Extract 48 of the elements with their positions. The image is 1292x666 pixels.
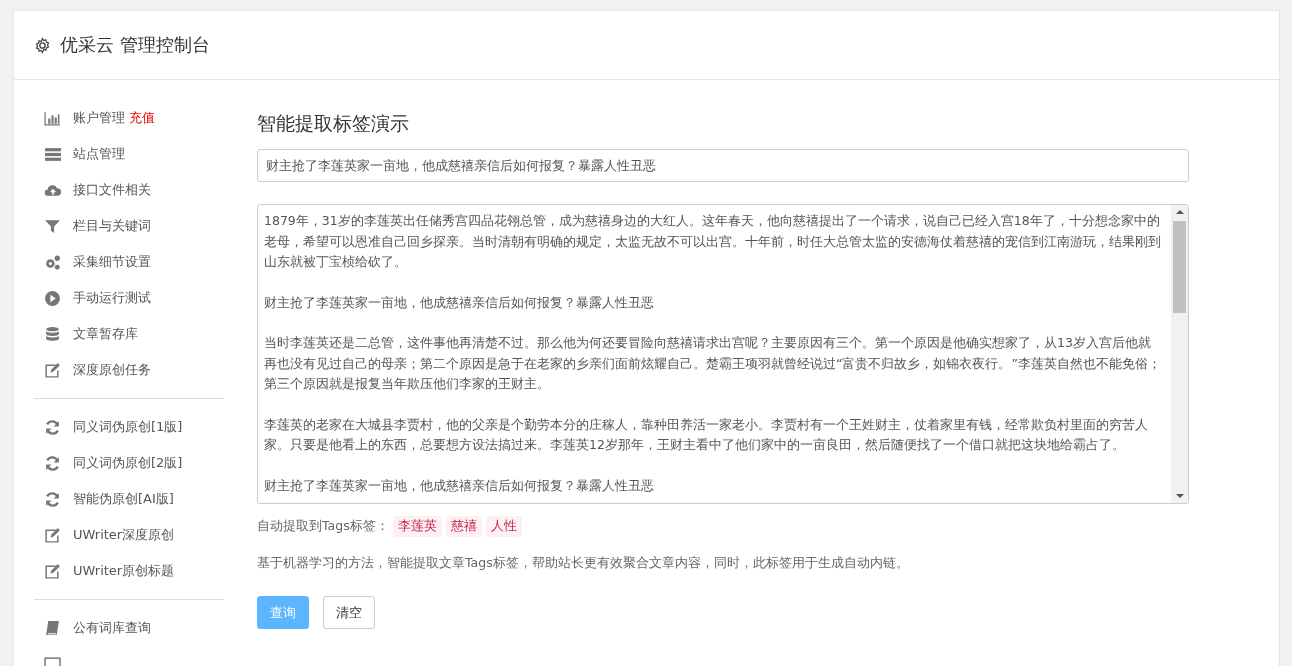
section-title: 智能提取标签演示 [257, 111, 410, 136]
edit-icon [44, 526, 61, 544]
sidebar-item[interactable]: 站点管理 [73, 145, 125, 163]
sidebar-item[interactable]: 接口文件相关 [73, 181, 151, 199]
sidebar-item[interactable]: UWriter原创标题 [73, 562, 175, 580]
refresh-icon [44, 454, 61, 472]
play-icon [44, 289, 61, 307]
scroll-down-arrow[interactable] [1175, 494, 1184, 498]
content-paragraph: 财主抢了李莲英家一亩地，他成慈禧亲信后如何报复？暴露人性丑恶 [264, 293, 655, 312]
tags-label: 自动提取到Tags标签： [257, 518, 389, 535]
tag: 李莲英 [392, 516, 442, 537]
description-text: 基于机器学习的方法，智能提取文章Tags标签，帮助站长更有效聚合文章内容，同时，此标签用于生成自动内链。 [257, 555, 910, 572]
scrollbar[interactable] [1171, 205, 1188, 503]
content-paragraph: 当时李莲英还是二总管，这件事他再清楚不过。那么他为何还要冒险向慈禧请求出宫呢？主要原因有三个。第一个原因是他确实想家了，从13岁入宫后他就再也没有见过自己的母亲；第二个原因是急于在老家的乡亲们面前炫耀自己。楚霸王项羽就曾经说过“富贵不归故乡，如锦衣夜行。”李莲英自然也不能免俗；第三个原因就是报复当年欺压他们李家的王财主。 [264, 334, 1162, 393]
sidebar-item[interactable]: 手动运行测试 [73, 289, 151, 307]
scroll-thumb[interactable] [1173, 221, 1186, 313]
console-title: 优采云 管理控制台 [60, 33, 210, 57]
sidebar-item[interactable]: 公有词库查询 [73, 619, 151, 637]
sidebar-item[interactable]: 文章暂存库 [73, 325, 138, 343]
gear-icon [34, 36, 51, 54]
content-paragraph: 财主抢了李莲英家一亩地，他成慈禧亲信后如何报复？暴露人性丑恶 [264, 476, 655, 495]
tag: 人性 [485, 516, 522, 537]
tag: 慈禧 [445, 516, 482, 537]
sidebar-item[interactable]: 深度原创任务 [73, 361, 151, 379]
sidebar-item[interactable]: 智能伪原创[AI版] [73, 490, 174, 508]
sidebar-item[interactable]: 同义词伪原创[2版] [73, 454, 183, 472]
bar-chart-icon [44, 109, 61, 127]
filter-icon [44, 217, 61, 235]
gears-icon [44, 253, 61, 271]
scroll-up-arrow[interactable] [1175, 210, 1184, 214]
content-paragraph: 李莲英的老家在大城县李贾村，他的父亲是个勤劳本分的庄稼人，靠种田养活一家老小。李贾村有一个王姓财主，仗着家里有钱，经常欺负村里面的穷苦人家。只要是他看上的东西，总要想方设法搞过来。李莲英12岁那年，王财主看中了他们家中的一亩良田，然后随便找了一个借口就把这块地给霸占了。 [264, 415, 1149, 454]
edit-icon [44, 562, 61, 580]
recharge-link[interactable]: 充值 [129, 109, 155, 127]
edit-icon [44, 361, 61, 379]
sidebar-item[interactable]: UWriter深度原创 [73, 526, 175, 544]
server-icon [44, 145, 61, 163]
clear-button[interactable]: 清空 [323, 596, 375, 629]
content-paragraph: 1879年，31岁的李莲英出任储秀宫四品花翎总管，成为慈禧身边的大红人。这年春天，他向慈禧提出了一个请求，说自己已经入宫18年了，十分想念家中的老母，希望可以恩准自己回乡探亲。当时清朝有明确的规定，太监无故不可以出宫。十年前，时任大总管太监的安德海仗着慈禧的宠信到江南游玩，结果刚到山东就被丁宝桢给砍了。 [264, 212, 1162, 271]
refresh-icon [44, 418, 61, 436]
content-field[interactable] [257, 204, 1189, 504]
sidebar-item[interactable]: 采集细节设置 [73, 253, 151, 271]
sidebar-item[interactable]: 账户管理 [73, 109, 125, 127]
sidebar-item[interactable]: 同义词伪原创[1版] [73, 418, 183, 436]
title-field[interactable]: 财主抢了李莲英家一亩地，他成慈禧亲信后如何报复？暴露人性丑恶 [257, 149, 1189, 182]
book-icon [44, 619, 61, 637]
sidebar-item[interactable]: 栏目与关键词 [73, 217, 151, 235]
refresh-icon [44, 490, 61, 508]
database-icon [44, 325, 61, 343]
